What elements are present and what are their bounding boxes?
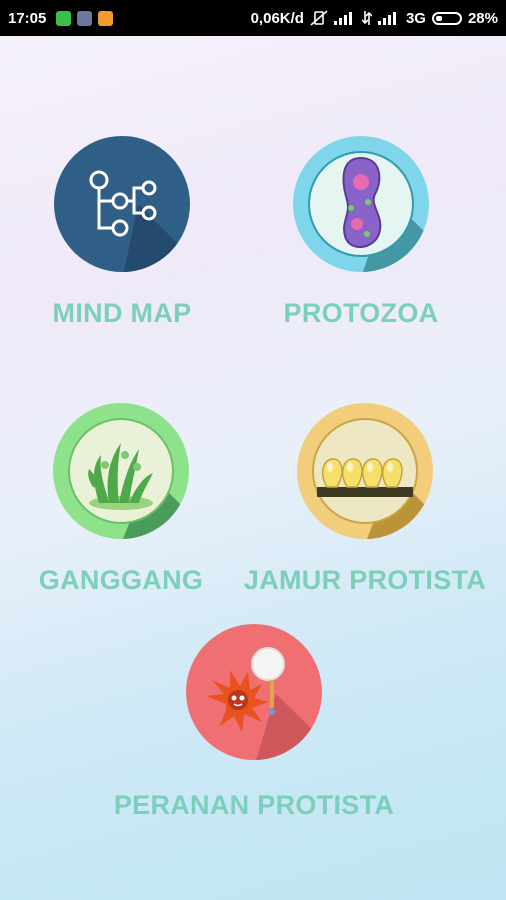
mind-map-icon[interactable] (54, 136, 190, 272)
ganggang-icon[interactable] (53, 403, 189, 539)
ganggang-tile[interactable]: GANGGANG (28, 403, 214, 596)
protozoa-tile[interactable]: PROTOZOA (268, 136, 454, 329)
peranan-protista-label[interactable]: PERANAN PROTISTA (114, 790, 394, 821)
signal-icon (333, 12, 352, 25)
vibrate-off-icon (310, 10, 328, 26)
orange-app-icon (98, 10, 114, 26)
protozoa-icon[interactable] (293, 136, 429, 272)
data-transfer-icon (361, 11, 372, 25)
ganggang-label[interactable]: GANGGANG (39, 565, 203, 596)
jamur-protista-tile[interactable]: JAMUR PROTISTA (244, 403, 486, 596)
battery-percent: 28% (467, 9, 498, 27)
battery-icon (431, 11, 462, 25)
line-app-icon (56, 10, 72, 26)
jamur-protista-label[interactable]: JAMUR PROTISTA (244, 565, 486, 596)
mind-map-tile[interactable]: MIND MAP (29, 136, 215, 329)
signal-icon-2 (377, 12, 396, 25)
status-time: 17:05 (8, 9, 47, 27)
mind-map-label[interactable]: MIND MAP (53, 298, 192, 329)
peranan-protista-tile[interactable]: PERANAN PROTISTA (104, 624, 404, 821)
jamur-protista-icon[interactable] (297, 403, 433, 539)
network-type: 3G (405, 9, 426, 27)
network-speed: 0,06K/d (250, 9, 304, 27)
protozoa-label[interactable]: PROTOZOA (284, 298, 439, 329)
peranan-protista-icon[interactable] (186, 624, 322, 760)
notification-app-icon (77, 10, 93, 26)
status-bar: 17:05 0,06K/d 3G 28% (0, 0, 506, 36)
